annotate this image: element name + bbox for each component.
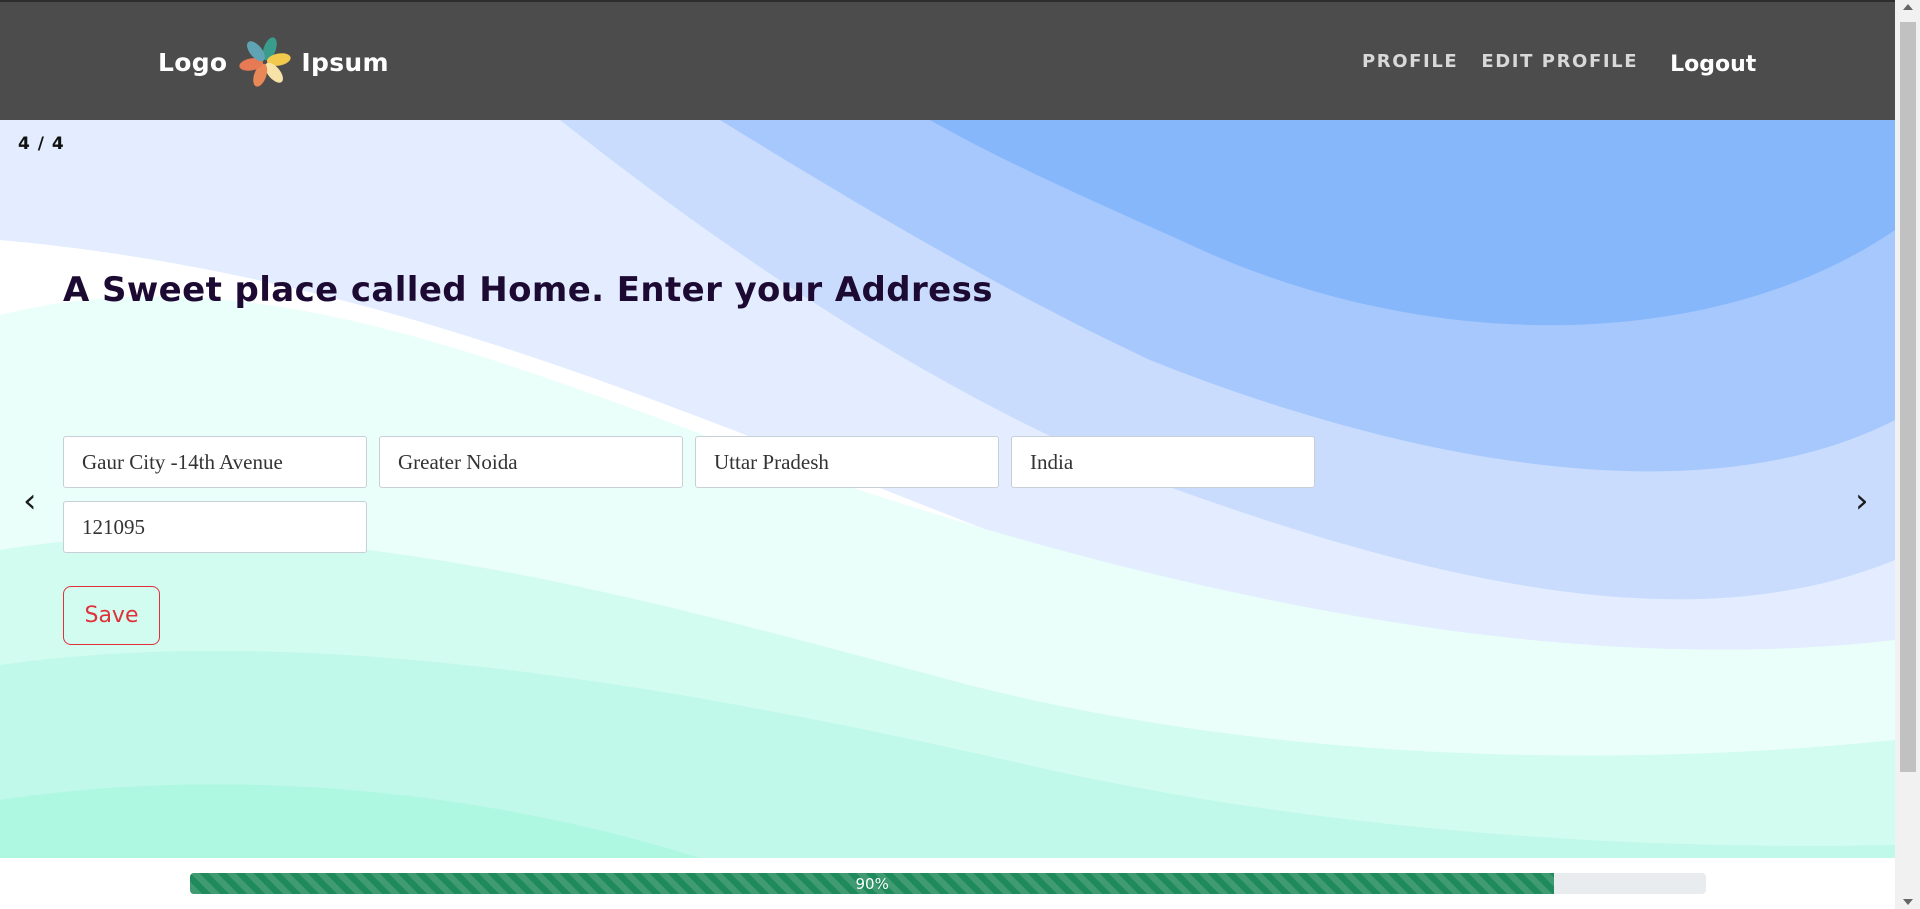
nav-edit-profile-link[interactable]: EDIT PROFILE	[1481, 51, 1638, 72]
chevron-left-icon[interactable]: ‹	[23, 484, 37, 518]
pinwheel-logo-icon	[239, 37, 292, 87]
city-input[interactable]	[379, 436, 683, 488]
page-title: A Sweet place called Home. Enter your Ad…	[63, 270, 993, 310]
scroll-down-arrow-icon[interactable]	[1903, 899, 1913, 905]
logout-link[interactable]: Logout	[1670, 52, 1756, 77]
progress-fill: 90%	[190, 873, 1555, 894]
state-input[interactable]	[695, 436, 999, 488]
progress-label: 90%	[855, 874, 889, 893]
country-input[interactable]	[1011, 436, 1315, 488]
wave-background	[0, 120, 1895, 858]
address-slide: 4 / 4 A Sweet place called Home. Enter y…	[0, 120, 1895, 858]
chevron-right-icon[interactable]: ›	[1855, 484, 1869, 518]
slide-counter: 4 / 4	[18, 134, 65, 154]
scroll-thumb[interactable]	[1900, 22, 1916, 772]
scroll-up-arrow-icon[interactable]	[1903, 4, 1913, 10]
logo-right-word: Ipsum	[301, 47, 389, 77]
nav-links: PROFILE EDIT PROFILE Logout	[1362, 49, 1756, 77]
save-button[interactable]: Save	[63, 586, 160, 645]
nav-profile-link[interactable]: PROFILE	[1362, 51, 1458, 72]
logo-left-word: Logo	[158, 47, 228, 77]
page-scrollbar[interactable]	[1895, 0, 1920, 909]
progress-bar: 90%	[190, 873, 1706, 894]
brand-logo[interactable]: Logo Ipsum	[158, 34, 389, 90]
postal-code-input[interactable]	[63, 501, 367, 553]
street-address-input[interactable]	[63, 436, 367, 488]
navbar: Logo Ipsum PROFILE EDIT PROFILE Logout	[0, 2, 1895, 120]
